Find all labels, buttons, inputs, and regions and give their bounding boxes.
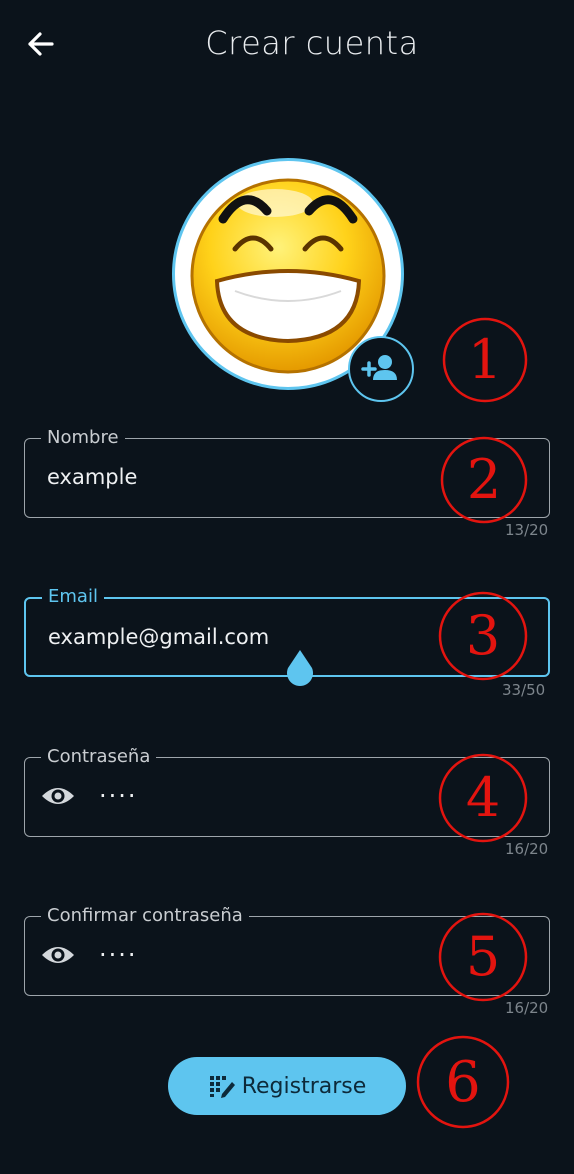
text-cursor-handle-icon[interactable] xyxy=(283,648,317,690)
annotation-2: 2 xyxy=(440,436,528,524)
annotation-5-label: 5 xyxy=(466,925,500,988)
eye-icon[interactable] xyxy=(41,943,75,967)
register-label: Registrarse xyxy=(241,1073,367,1099)
annotation-6-label: 6 xyxy=(445,1050,481,1115)
annotation-4-label: 4 xyxy=(466,766,500,829)
annotation-3-label: 3 xyxy=(466,604,500,667)
add-photo-button[interactable] xyxy=(348,336,414,402)
person-add-icon xyxy=(361,355,397,380)
top-bar: Crear cuenta xyxy=(0,0,574,90)
name-value[interactable]: example xyxy=(47,465,137,489)
annotation-6: 6 xyxy=(416,1035,510,1129)
email-counter: 33/50 xyxy=(502,681,546,699)
register-button[interactable]: Registrarse xyxy=(168,1057,406,1115)
email-label: Email xyxy=(42,586,104,608)
password-value[interactable]: ···· xyxy=(99,782,138,810)
register-icon xyxy=(209,1076,235,1098)
page-title: Crear cuenta xyxy=(205,24,419,62)
annotation-1-label: 1 xyxy=(468,328,502,391)
annotation-4: 4 xyxy=(438,753,528,843)
annotation-3: 3 xyxy=(438,591,528,681)
annotation-1: 1 xyxy=(442,317,528,403)
confirm-password-label: Confirmar contraseña xyxy=(41,905,249,927)
eye-icon[interactable] xyxy=(41,784,75,808)
email-value[interactable]: example@gmail.com xyxy=(48,625,269,649)
confirm-password-value[interactable]: ···· xyxy=(99,941,138,969)
annotation-2-label: 2 xyxy=(467,448,501,511)
password-label: Contraseña xyxy=(41,746,157,768)
annotation-5: 5 xyxy=(438,912,528,1002)
name-label: Nombre xyxy=(41,427,125,449)
